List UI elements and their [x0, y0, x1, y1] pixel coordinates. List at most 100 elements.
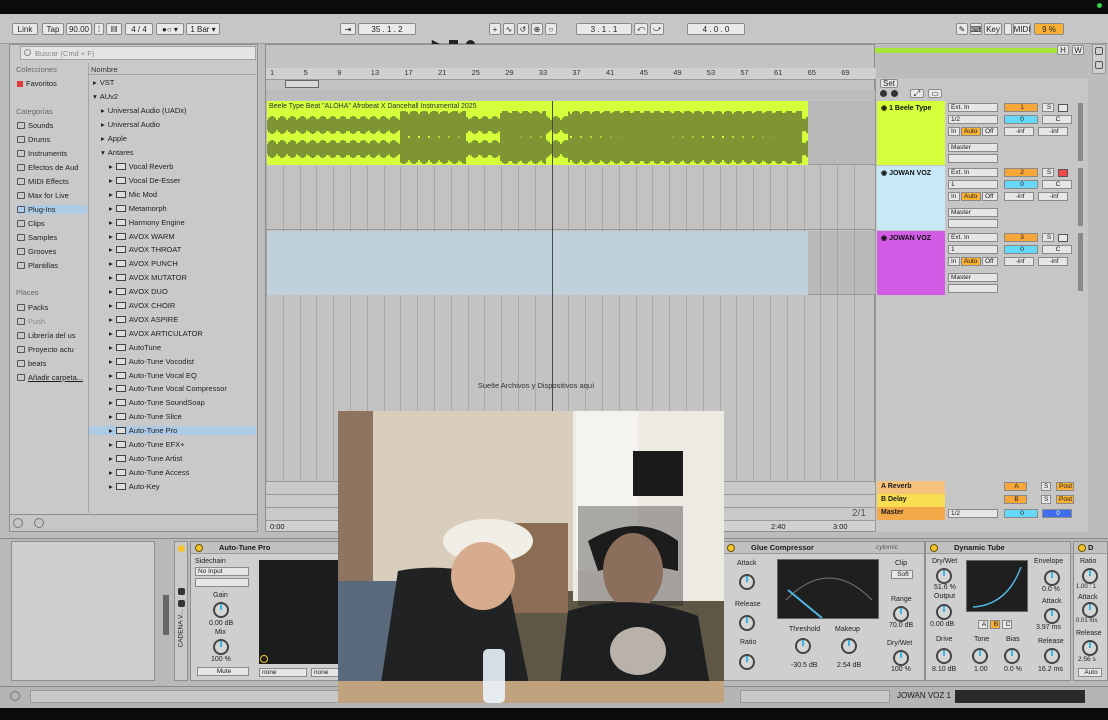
return-a-post[interactable]: Post — [1056, 482, 1074, 491]
tree-universal-audio[interactable]: ▸ Universal Audio — [101, 120, 160, 129]
arm-button[interactable] — [1058, 104, 1068, 112]
category-item[interactable]: Efectos de Aud — [17, 163, 87, 172]
threshold-knob[interactable] — [795, 638, 811, 654]
monitor-off-button[interactable]: Off — [982, 257, 998, 266]
plugin-gui-area[interactable] — [259, 560, 339, 664]
place-item[interactable]: Packs — [17, 303, 48, 312]
plugin-item[interactable]: ▸ AVOX WARM — [89, 232, 256, 241]
next-power-icon[interactable] — [1078, 544, 1086, 552]
tree-antares[interactable]: ▾ Antares — [101, 148, 134, 157]
mute-button[interactable]: Mute — [197, 667, 249, 676]
return-track-a[interactable]: A Reverb — [877, 481, 945, 494]
tube-drywet-knob[interactable] — [936, 568, 952, 584]
expand-arrow-icon[interactable]: ▸ — [109, 315, 113, 324]
return-b-solo[interactable]: S — [1041, 495, 1051, 504]
plugin-item[interactable]: ▸ AVOX ARTICULATOR — [89, 329, 256, 338]
track-header-3[interactable]: ◉ JOWAN VOZ — [877, 231, 945, 295]
add-locator-icon[interactable] — [880, 90, 887, 97]
overdub-icon[interactable]: + — [489, 23, 501, 35]
expand-arrow-icon[interactable]: ▸ — [109, 273, 113, 282]
glue-release-knob[interactable] — [739, 615, 755, 631]
none-select-2[interactable]: none — [311, 668, 339, 677]
expand-arrow-icon[interactable]: ▸ — [109, 384, 113, 393]
tube-attack-knob[interactable] — [1044, 608, 1060, 624]
expand-arrow-icon[interactable]: ▸ — [109, 412, 113, 421]
expand-arrow-icon[interactable]: ▸ — [109, 343, 113, 352]
track-header-1[interactable]: ◉ 1 Beele Type — [877, 101, 945, 165]
track-pan[interactable]: C — [1042, 245, 1072, 254]
glue-ratio-knob[interactable] — [739, 654, 755, 670]
arm-button[interactable] — [1058, 234, 1068, 242]
favorites-item[interactable]: Favoritos — [17, 79, 57, 88]
mix-knob[interactable] — [213, 639, 229, 655]
track-activator[interactable]: 2 — [1004, 168, 1038, 177]
monitor-auto-button[interactable]: Auto — [961, 257, 981, 266]
tube-c-button[interactable]: C — [1002, 620, 1012, 629]
plugin-item[interactable]: ▸ AVOX MUTATOR — [89, 273, 256, 282]
track-output-select[interactable]: Master — [948, 273, 998, 282]
expand-arrow-icon[interactable]: ▸ — [109, 190, 113, 199]
sidechain-select-2[interactable] — [195, 578, 249, 587]
plugin-item[interactable]: ▸ Auto-Tune EFX+ — [89, 440, 256, 449]
return-b-post[interactable]: Post — [1056, 495, 1074, 504]
expand-arrow-icon[interactable]: ▸ — [109, 176, 113, 185]
drive-knob[interactable] — [936, 648, 952, 664]
sidechain-select[interactable]: No Input — [195, 567, 249, 576]
send-b-field[interactable]: -inf — [1038, 192, 1068, 201]
expand-arrow-icon[interactable]: ▸ — [109, 329, 113, 338]
tube-b-button[interactable]: B — [990, 620, 1000, 629]
expand-arrow-icon[interactable]: ▸ — [109, 162, 113, 171]
track-fold-icon[interactable]: ◉ — [881, 105, 887, 112]
glue-drywet-knob[interactable] — [893, 650, 909, 666]
track-channel-select[interactable]: 1 — [948, 180, 998, 189]
plugin-item[interactable]: ▸ Auto-Tune Vocodist — [89, 357, 256, 366]
beat-ruler[interactable]: 1 5 9 13 17 21 25 29 33 37 41 45 49 53 57 61 65 69 — [266, 68, 876, 80]
loop-length-field[interactable]: 4 . 0 . 0 — [687, 23, 745, 35]
fit-icon[interactable]: ⤢ — [910, 89, 924, 98]
next-attack-knob[interactable] — [1082, 602, 1098, 618]
monitor-in-button[interactable]: In — [948, 127, 960, 136]
track-volume[interactable]: 0 — [1004, 180, 1038, 189]
expand-arrow-icon[interactable]: ▸ — [109, 204, 113, 213]
bias-knob[interactable] — [1004, 648, 1020, 664]
category-item[interactable]: Plantillas — [17, 261, 87, 270]
plugin-item[interactable]: ▸ AVOX ASPIRE — [89, 315, 256, 324]
category-item[interactable]: Sounds — [17, 121, 87, 130]
expand-arrow-icon[interactable]: ▸ — [109, 357, 113, 366]
tube-a-button[interactable]: A — [978, 620, 988, 629]
track-input-select[interactable]: Ext. In — [948, 168, 998, 177]
tree-uadx[interactable]: ▸ Universal Audio (UADx) — [101, 106, 187, 115]
envelope-knob[interactable] — [1044, 570, 1060, 586]
hot-swap-icon[interactable] — [34, 518, 44, 528]
track-output-select[interactable]: Master — [948, 208, 998, 217]
lock-icon[interactable]: ▭ — [928, 89, 942, 98]
gain-knob[interactable] — [213, 602, 229, 618]
plugin-item[interactable]: ▸ Auto-Tune Artist — [89, 454, 256, 463]
track-input-select[interactable]: Ext. In — [948, 103, 998, 112]
expand-arrow-icon[interactable]: ▸ — [109, 454, 113, 463]
place-item[interactable]: Añadir carpeta... — [17, 373, 83, 382]
tone-knob[interactable] — [972, 648, 988, 664]
master-pan[interactable]: 0 — [1042, 509, 1072, 518]
plugin-item[interactable]: ▸ Vocal De-Esser — [89, 176, 256, 185]
track-volume[interactable]: 0 — [1004, 115, 1038, 124]
track-output-channel[interactable] — [948, 154, 998, 163]
plugin-item[interactable]: ▸ Auto-Tune SoundSoap — [89, 398, 256, 407]
plugin-item[interactable]: ▸ AVOX PUNCH — [89, 259, 256, 268]
arrangement-position-field[interactable]: 35 . 1 . 2 — [358, 23, 416, 35]
punch-in-icon[interactable]: ⤻ — [650, 23, 664, 35]
place-item[interactable]: Proyecto actu — [17, 345, 74, 354]
tube-output-knob[interactable] — [936, 604, 952, 620]
plugin-item[interactable]: ▸ Mic Mod — [89, 190, 256, 199]
expand-arrow-icon[interactable]: ▸ — [109, 245, 113, 254]
plugin-item[interactable]: ▸ Auto-Key — [89, 482, 256, 491]
category-item[interactable]: Plug-Ins — [17, 205, 87, 214]
solo-button[interactable]: S — [1042, 103, 1054, 112]
none-select-1[interactable]: none — [259, 668, 307, 677]
track-volume[interactable]: 0 — [1004, 245, 1038, 254]
audio-clip-voice[interactable] — [267, 231, 808, 295]
rack-power-icon[interactable] — [178, 545, 185, 552]
overview-toggle-icon[interactable] — [1095, 61, 1103, 69]
w-toggle[interactable]: W — [1072, 45, 1084, 55]
track-activator[interactable]: 3 — [1004, 233, 1038, 242]
